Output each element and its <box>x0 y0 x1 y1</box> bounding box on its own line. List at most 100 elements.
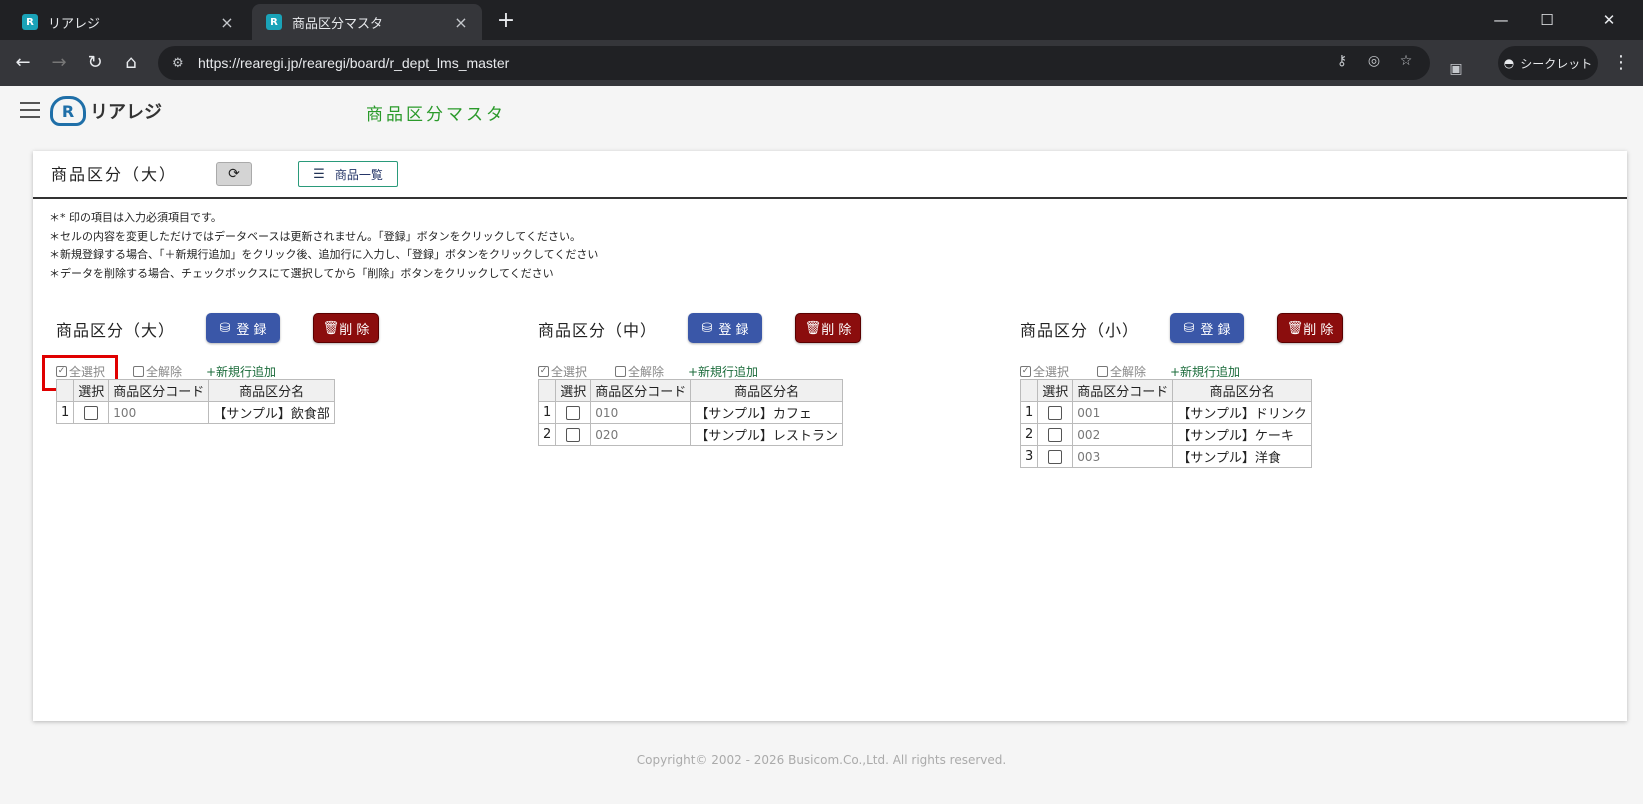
menu-kebab-icon[interactable]: ⋮ <box>1606 48 1636 78</box>
close-window-icon[interactable]: ✕ <box>1586 0 1632 40</box>
main-card: 商品区分（大） ⟳ ☰ 商品一覧 ＊* 印の項目は入力必須項目です。 ＊セルの内… <box>33 151 1627 721</box>
checkbox-icon <box>615 366 626 377</box>
column-header: 商品区分コード <box>1072 379 1174 402</box>
table-row: 3 003 【サンプル】洋食 <box>1019 445 1312 468</box>
deselect-all-label: 全解除 <box>1110 365 1147 379</box>
code-cell[interactable]: 002 <box>1072 423 1174 446</box>
back-icon[interactable]: ← <box>8 48 38 78</box>
home-icon[interactable]: ⌂ <box>116 48 146 78</box>
add-row-link[interactable]: +新規行追加 <box>1170 363 1240 380</box>
site-info-icon[interactable]: ⚙ <box>172 56 188 71</box>
tab-close-icon[interactable]: × <box>452 13 470 32</box>
name-cell[interactable]: 【サンプル】飲食部 <box>208 401 335 424</box>
new-tab-button[interactable]: + <box>492 8 520 36</box>
logo-text: リアレジ <box>90 102 162 123</box>
row-select-checkbox[interactable] <box>555 401 592 424</box>
browser-tab-rearegi[interactable]: R リアレジ × <box>8 4 248 40</box>
delete-button[interactable]: 🗑 削 除 <box>795 313 861 343</box>
section-title: 商品区分（小） <box>1020 321 1140 340</box>
row-select-checkbox[interactable] <box>555 423 592 446</box>
row-select-checkbox[interactable] <box>1037 445 1074 468</box>
star-icon[interactable]: ☆ <box>1394 49 1418 73</box>
section-title: 商品区分（中） <box>538 321 658 340</box>
column-header: 選択 <box>1037 379 1074 402</box>
product-list-button[interactable]: ☰ 商品一覧 <box>298 161 398 187</box>
data-table: 選択 商品区分コード 商品区分名 1 100 【サンプル】飲食部 <box>55 379 335 424</box>
eye-off-icon[interactable]: ◎ <box>1362 49 1386 73</box>
note-line: ＊セルの内容を変更しただけではデータベースは更新されません。「登録」ボタンをクリ… <box>49 229 581 243</box>
address-bar[interactable]: ⚙ https://rearegi.jp/rearegi/board/r_dep… <box>158 46 1430 80</box>
column-header: 商品区分コード <box>108 379 210 402</box>
select-all-label: 全選択 <box>551 365 588 379</box>
note-line: ＊* 印の項目は入力必須項目です。 <box>49 211 222 224</box>
add-row-link[interactable]: +新規行追加 <box>206 363 276 380</box>
column-header: 選択 <box>555 379 592 402</box>
column-header <box>1019 379 1039 402</box>
incognito-badge[interactable]: ◓ シークレット <box>1498 46 1598 80</box>
url-text[interactable]: https://rearegi.jp/rearegi/board/r_dept_… <box>198 55 509 71</box>
tab-close-icon[interactable]: × <box>218 13 236 32</box>
delete-button[interactable]: 🗑 削 除 <box>313 313 379 343</box>
minimize-icon[interactable]: — <box>1478 0 1524 40</box>
trash-icon: 🗑 <box>804 320 822 336</box>
maximize-icon[interactable]: ☐ <box>1524 0 1570 40</box>
tab-search-icon[interactable]: ▣ <box>1444 57 1468 81</box>
incognito-label: シークレット <box>1520 56 1593 71</box>
table-row: 1 010 【サンプル】カフェ <box>537 401 843 424</box>
delete-button[interactable]: 🗑 削 除 <box>1277 313 1343 343</box>
row-number: 3 <box>1019 445 1039 468</box>
data-table: 選択 商品区分コード 商品区分名 1 001 【サンプル】ドリンク 2 002 … <box>1019 379 1312 468</box>
tab-title: リアレジ <box>48 16 101 32</box>
name-cell[interactable]: 【サンプル】ケーキ <box>1172 423 1312 446</box>
browser-tab-dept-master[interactable]: R 商品区分マスタ × <box>252 4 482 40</box>
code-cell[interactable]: 001 <box>1072 401 1174 424</box>
row-number: 1 <box>537 401 557 424</box>
checkbox-icon <box>1097 366 1108 377</box>
code-cell[interactable]: 100 <box>108 401 210 424</box>
name-cell[interactable]: 【サンプル】洋食 <box>1172 445 1312 468</box>
column-header: 商品区分名 <box>208 379 335 402</box>
row-number: 2 <box>537 423 557 446</box>
row-select-checkbox[interactable] <box>1037 423 1074 446</box>
name-cell[interactable]: 【サンプル】ドリンク <box>1172 401 1312 424</box>
code-cell[interactable]: 010 <box>590 401 692 424</box>
key-icon[interactable]: ⚷ <box>1330 49 1354 73</box>
register-button[interactable]: ⛁ 登 録 <box>206 313 280 343</box>
deselect-all-option[interactable]: 全解除 <box>133 363 182 380</box>
refresh-button[interactable]: ⟳ <box>216 162 252 186</box>
name-cell[interactable]: 【サンプル】カフェ <box>690 401 843 424</box>
delete-label: 削 除 <box>821 322 852 338</box>
checkbox-checked-icon: ✓ <box>1020 366 1031 377</box>
page-title: 商品区分マスタ <box>366 105 506 125</box>
row-select-checkbox[interactable] <box>73 401 110 424</box>
rearegi-favicon-icon: R <box>22 14 38 30</box>
row-number: 1 <box>55 401 75 424</box>
forward-icon[interactable]: → <box>44 48 74 78</box>
row-select-checkbox[interactable] <box>1037 401 1074 424</box>
app-header: R リアレジ 商品区分マスタ <box>0 86 1643 136</box>
register-button[interactable]: ⛁ 登 録 <box>1170 313 1244 343</box>
code-cell[interactable]: 020 <box>590 423 692 446</box>
select-all-option[interactable]: ✓ 全選択 <box>1020 363 1069 380</box>
incognito-icon: ◓ <box>1503 56 1515 70</box>
add-row-link[interactable]: +新規行追加 <box>688 363 758 380</box>
checkbox-checked-icon: ✓ <box>538 366 549 377</box>
row-number: 1 <box>1019 401 1039 424</box>
deselect-all-option[interactable]: 全解除 <box>1097 363 1146 380</box>
register-button[interactable]: ⛁ 登 録 <box>688 313 762 343</box>
code-cell[interactable]: 003 <box>1072 445 1174 468</box>
database-icon: ⛁ <box>219 320 231 336</box>
register-label: 登 録 <box>236 322 267 338</box>
app-logo[interactable]: R リアレジ <box>50 96 162 126</box>
column-header: 選択 <box>73 379 110 402</box>
database-icon: ⛁ <box>701 320 713 336</box>
browser-toolbar: ← → ↻ ⌂ ⚙ https://rearegi.jp/rearegi/boa… <box>0 40 1643 86</box>
reload-icon[interactable]: ↻ <box>80 48 110 78</box>
name-cell[interactable]: 【サンプル】レストラン <box>690 423 843 446</box>
table-row: 1 001 【サンプル】ドリンク <box>1019 401 1312 424</box>
rearegi-favicon-icon: R <box>266 14 282 30</box>
instruction-notes: ＊* 印の項目は入力必須項目です。 ＊セルの内容を変更しただけではデータベースは… <box>49 209 598 283</box>
select-all-option[interactable]: ✓ 全選択 <box>538 363 587 380</box>
deselect-all-option[interactable]: 全解除 <box>615 363 664 380</box>
hamburger-menu-icon[interactable] <box>20 102 40 118</box>
